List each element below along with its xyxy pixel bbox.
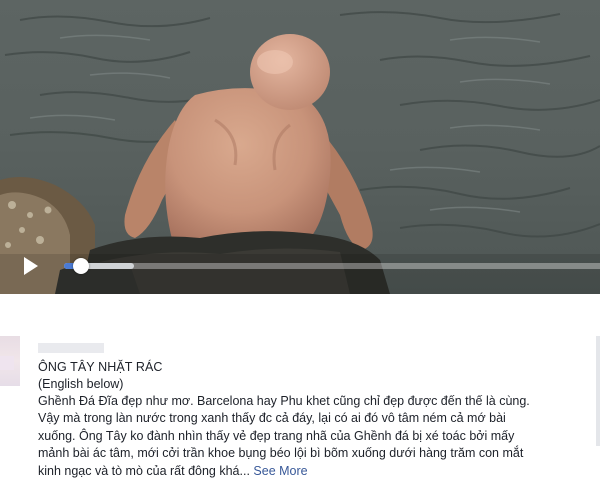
video-controls — [0, 246, 600, 286]
avatar[interactable] — [0, 336, 20, 386]
post-body-line: xuống. Ông Tây ko đành nhìn thấy vẻ đẹp … — [38, 428, 515, 443]
video-player[interactable] — [0, 0, 600, 294]
progress-scrubber-handle[interactable] — [73, 258, 90, 274]
facebook-video-post: ÔNG TÂY NHẶT RÁC (English below) Ghềnh Đ… — [0, 0, 600, 487]
post-body-line: Vậy mà trong làn nước trong xanh thấy đc… — [38, 411, 506, 426]
post-body-line: mảnh bài ác tâm, mới cởi trần khoe bụng … — [38, 446, 524, 461]
post-body-last-line: kinh ngạc và tò mò của rất đông khá... S… — [38, 463, 590, 480]
post-body-line: Ghềnh Đá Đĩa đẹp như mơ. Barcelona hay P… — [38, 394, 530, 408]
progress-bar[interactable] — [64, 258, 600, 274]
post-content: ÔNG TÂY NHẶT RÁC (English below) Ghềnh Đ… — [0, 326, 600, 487]
section-divider — [0, 294, 600, 326]
post-subtitle: (English below) — [38, 377, 124, 391]
post-body-line: kinh ngạc và tò mò của rất đông khá... — [38, 463, 250, 478]
post-body: Ghềnh Đá Đĩa đẹp như mơ. Barcelona hay P… — [38, 393, 590, 480]
play-icon — [24, 257, 38, 275]
see-more-link[interactable]: See More — [253, 464, 307, 478]
scrollbar[interactable] — [596, 336, 600, 446]
play-button[interactable] — [18, 254, 42, 278]
author-name-blurred[interactable] — [38, 343, 104, 353]
post-title: ÔNG TÂY NHẶT RÁC — [38, 360, 163, 374]
